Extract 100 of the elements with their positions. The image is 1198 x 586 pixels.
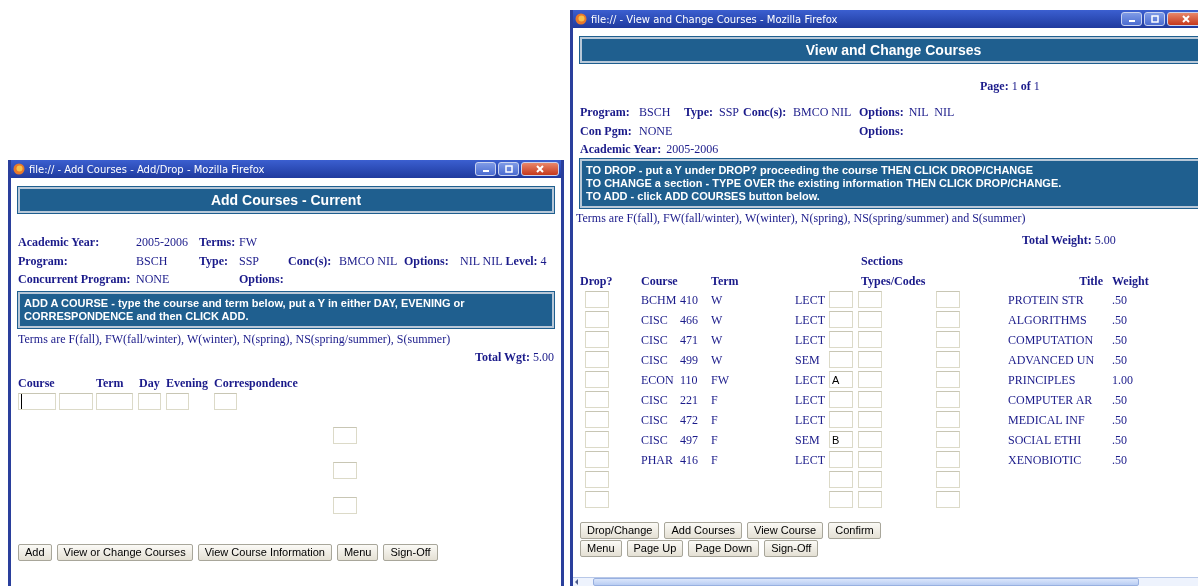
course-number: 110 bbox=[680, 372, 698, 387]
course-code: CISC bbox=[641, 431, 669, 449]
code-field[interactable] bbox=[936, 471, 960, 488]
correspondence-field[interactable] bbox=[214, 392, 237, 410]
weight-cell: .50 bbox=[1112, 352, 1127, 367]
code-field[interactable] bbox=[858, 411, 882, 428]
button[interactable]: Menu bbox=[336, 543, 379, 561]
code-field[interactable] bbox=[936, 291, 960, 308]
button[interactable]: Menu bbox=[580, 539, 622, 557]
column-header: Term bbox=[711, 273, 739, 288]
button[interactable]: Confirm bbox=[828, 521, 881, 539]
maximize-button[interactable] bbox=[498, 162, 519, 176]
horizontal-scrollbar[interactable] bbox=[573, 577, 1198, 586]
button[interactable]: View Course Information bbox=[197, 543, 332, 561]
section-field[interactable] bbox=[829, 451, 853, 468]
code-field[interactable] bbox=[936, 331, 960, 348]
drop-field[interactable] bbox=[585, 311, 609, 328]
drop-field[interactable] bbox=[585, 491, 609, 508]
button[interactable]: Page Down bbox=[688, 539, 760, 557]
code-field[interactable] bbox=[936, 371, 960, 388]
section-field[interactable] bbox=[829, 331, 853, 348]
code-field[interactable] bbox=[936, 411, 960, 428]
evening-field[interactable] bbox=[166, 392, 189, 410]
course-code: BCHM bbox=[641, 291, 678, 309]
code-field[interactable] bbox=[936, 491, 960, 508]
section-field[interactable] bbox=[829, 411, 853, 428]
button[interactable]: View or Change Courses bbox=[56, 543, 193, 561]
button[interactable]: View Course bbox=[747, 521, 824, 539]
section-field[interactable] bbox=[829, 311, 853, 328]
code-field[interactable] bbox=[858, 391, 882, 408]
weight-cell: 1.00 bbox=[1112, 372, 1133, 387]
code-field[interactable] bbox=[936, 451, 960, 468]
maximize-button[interactable] bbox=[1144, 12, 1165, 26]
section-field[interactable] bbox=[829, 291, 853, 308]
field-label: Level: bbox=[505, 252, 539, 270]
code-field[interactable] bbox=[858, 311, 882, 328]
close-button[interactable] bbox=[1167, 12, 1198, 26]
drop-field[interactable] bbox=[585, 431, 609, 448]
section-type: LECT bbox=[795, 331, 826, 349]
course-title: SOCIAL ETHI bbox=[1008, 432, 1082, 447]
code-field[interactable] bbox=[858, 291, 882, 308]
button[interactable]: Add bbox=[18, 543, 52, 561]
close-icon bbox=[536, 165, 544, 173]
code-field[interactable] bbox=[936, 431, 960, 448]
button[interactable]: Drop/Change bbox=[580, 521, 660, 539]
input-field[interactable] bbox=[333, 461, 357, 479]
button[interactable]: Add Courses bbox=[664, 521, 743, 539]
code-field[interactable] bbox=[936, 351, 960, 368]
instruction-line: TO CHANGE a section - TYPE OVER the existing information THEN CLICK DROP/CHANGE. bbox=[586, 176, 1063, 190]
code-field[interactable] bbox=[858, 371, 882, 388]
term-cell: W bbox=[711, 312, 723, 327]
course-number: 472 bbox=[680, 412, 698, 427]
section-type: LECT bbox=[795, 411, 826, 429]
column-header: Types/Codes bbox=[861, 273, 926, 288]
scrollbar-thumb[interactable] bbox=[593, 578, 1139, 586]
drop-field[interactable] bbox=[585, 471, 609, 488]
section-field[interactable] bbox=[829, 351, 853, 368]
code-field[interactable] bbox=[858, 451, 882, 468]
drop-field[interactable] bbox=[585, 451, 609, 468]
code-field[interactable] bbox=[858, 351, 882, 368]
course-subject-field[interactable] bbox=[18, 392, 56, 410]
section-field[interactable] bbox=[829, 391, 853, 408]
page-heading: View and Change Courses bbox=[580, 37, 1198, 63]
button[interactable]: Page Up bbox=[626, 539, 684, 557]
drop-field[interactable] bbox=[585, 291, 609, 308]
input-field[interactable] bbox=[333, 426, 357, 444]
drop-field[interactable] bbox=[585, 371, 609, 388]
section-type: LECT bbox=[795, 371, 826, 389]
term-field[interactable] bbox=[96, 392, 133, 410]
weight-cell: .50 bbox=[1112, 432, 1127, 447]
button[interactable]: Sign-Off bbox=[764, 539, 819, 557]
course-number-field[interactable] bbox=[59, 392, 93, 410]
drop-field[interactable] bbox=[585, 351, 609, 368]
button[interactable]: Sign-Off bbox=[383, 543, 438, 561]
code-field[interactable] bbox=[858, 431, 882, 448]
input-field[interactable] bbox=[333, 496, 357, 514]
minimize-button[interactable] bbox=[1121, 12, 1142, 26]
code-field[interactable] bbox=[858, 491, 882, 508]
field-value: BSCH bbox=[639, 104, 672, 121]
course-code: PHAR bbox=[641, 451, 674, 469]
course-title: COMPUTATION bbox=[1008, 332, 1094, 347]
minimize-button[interactable] bbox=[475, 162, 496, 176]
course-code: CISC bbox=[641, 391, 669, 409]
section-field[interactable] bbox=[829, 491, 853, 508]
section-field[interactable] bbox=[829, 471, 853, 488]
drop-field[interactable] bbox=[585, 331, 609, 348]
section-field[interactable]: B bbox=[829, 431, 853, 448]
day-field[interactable] bbox=[138, 392, 161, 410]
code-field[interactable] bbox=[858, 331, 882, 348]
code-field[interactable] bbox=[936, 311, 960, 328]
term-cell: W bbox=[711, 332, 723, 347]
section-field[interactable]: A bbox=[829, 371, 853, 388]
drop-field[interactable] bbox=[585, 391, 609, 408]
field-value: NIL NIL bbox=[908, 104, 956, 121]
code-field[interactable] bbox=[858, 471, 882, 488]
drop-field[interactable] bbox=[585, 411, 609, 428]
window-title: file:// - Add Courses - Add/Drop - Mozilla Firefox bbox=[29, 162, 265, 177]
instruction-line: TO DROP - put a Y under DROP? proceeding the course THEN CLICK DROP/CHANGE bbox=[586, 163, 1035, 177]
code-field[interactable] bbox=[936, 391, 960, 408]
close-button[interactable] bbox=[521, 162, 559, 176]
